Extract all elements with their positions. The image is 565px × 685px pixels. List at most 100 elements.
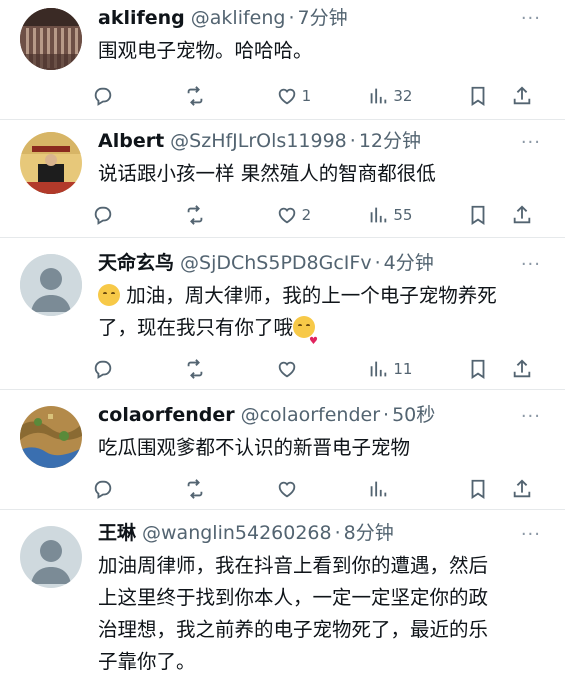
retweet-icon bbox=[187, 479, 203, 499]
timestamp[interactable]: 4分钟 bbox=[384, 248, 434, 278]
share-icon bbox=[513, 479, 531, 498]
share-button[interactable] bbox=[511, 204, 541, 226]
retweet-button[interactable] bbox=[184, 358, 276, 380]
reply-icon bbox=[94, 480, 112, 499]
avatar[interactable] bbox=[20, 254, 82, 316]
tweet[interactable]: 王琳 @wanglin54260268 · 8分钟 加油周律师，我在抖音上看到你… bbox=[0, 510, 565, 685]
like-icon bbox=[278, 481, 295, 498]
more-options-icon[interactable]: ··· bbox=[521, 254, 541, 275]
more-options-icon[interactable]: ··· bbox=[521, 8, 541, 29]
views-button[interactable]: 55 bbox=[367, 204, 467, 226]
timestamp[interactable]: 7分钟 bbox=[298, 3, 348, 33]
display-name[interactable]: 天命玄鸟 bbox=[98, 248, 174, 278]
timestamp[interactable]: 50秒 bbox=[392, 400, 435, 430]
bookmark-button[interactable] bbox=[467, 85, 511, 107]
avatar[interactable] bbox=[20, 132, 82, 194]
views-icon bbox=[371, 207, 387, 223]
views-icon bbox=[371, 361, 387, 377]
reply-icon bbox=[94, 360, 112, 379]
bookmark-button[interactable] bbox=[467, 358, 511, 380]
views-count: 32 bbox=[393, 87, 413, 105]
like-icon bbox=[278, 88, 295, 105]
like-button[interactable] bbox=[276, 478, 368, 500]
action-bar: 2 55 bbox=[92, 190, 541, 240]
separator-dot: · bbox=[334, 522, 341, 544]
retweet-button[interactable] bbox=[184, 204, 276, 226]
share-icon bbox=[513, 205, 531, 224]
share-button[interactable] bbox=[511, 358, 541, 380]
bookmark-button[interactable] bbox=[467, 204, 511, 226]
smile-emoji-icon bbox=[98, 284, 120, 306]
bookmark-icon bbox=[471, 205, 485, 225]
user-handle[interactable]: @colaorfender bbox=[241, 400, 380, 430]
user-handle[interactable]: @SzHfJLrOls11998 bbox=[170, 126, 347, 156]
retweet-icon bbox=[187, 205, 203, 225]
tweet-text-line: 上这里终于找到你本人，一定一定坚定你的政 bbox=[98, 586, 489, 609]
tweet-text-line: 治理想，我之前养的电子宠物死了，最近的乐 bbox=[98, 618, 489, 641]
separator-dot: · bbox=[288, 7, 295, 29]
bookmark-icon bbox=[471, 86, 485, 106]
action-bar bbox=[92, 464, 541, 514]
like-count: 2 bbox=[301, 206, 312, 224]
timestamp[interactable]: 8分钟 bbox=[344, 518, 394, 548]
views-count: 11 bbox=[393, 360, 413, 378]
share-icon bbox=[513, 86, 531, 105]
like-icon bbox=[278, 361, 295, 378]
tweet-text-line: 子靠你了。 bbox=[98, 650, 196, 673]
retweet-button[interactable] bbox=[184, 478, 276, 500]
like-button[interactable] bbox=[276, 358, 368, 380]
views-icon bbox=[371, 88, 387, 104]
separator-dot: · bbox=[349, 130, 356, 152]
tweet[interactable]: 天命玄鸟 @SjDChS5PD8GcIFv · 4分钟 加油，周大律师，我的上一… bbox=[0, 238, 565, 390]
bookmark-icon bbox=[471, 359, 485, 379]
more-options-icon[interactable]: ··· bbox=[521, 406, 541, 427]
user-handle[interactable]: @SjDChS5PD8GcIFv bbox=[180, 248, 372, 278]
bookmark-button[interactable] bbox=[467, 478, 511, 500]
tweet-text: 说话跟小孩一样 果然殖人的智商都很低 bbox=[98, 162, 436, 185]
like-icon bbox=[278, 207, 295, 224]
more-options-icon[interactable]: ··· bbox=[521, 132, 541, 153]
reply-button[interactable] bbox=[92, 478, 184, 500]
tweet[interactable]: colaorfender @colaorfender · 50秒 吃瓜围观爹都不… bbox=[0, 390, 565, 510]
share-icon bbox=[513, 359, 531, 378]
timestamp[interactable]: 12分钟 bbox=[359, 126, 421, 156]
reply-feed: aklifeng @aklifeng · 7分钟 围观电子宠物。哈哈哈。 1 3… bbox=[0, 0, 565, 685]
reply-button[interactable] bbox=[92, 204, 184, 226]
avatar[interactable] bbox=[20, 8, 82, 70]
retweet-icon bbox=[187, 359, 203, 379]
display-name[interactable]: 王琳 bbox=[98, 518, 136, 548]
views-button[interactable] bbox=[367, 478, 467, 500]
tweet-text-line: 加油周律师，我在抖音上看到你的遭遇，然后 bbox=[98, 554, 489, 577]
views-count: 55 bbox=[393, 206, 413, 224]
reply-icon bbox=[94, 87, 112, 106]
reply-icon bbox=[94, 206, 112, 225]
tweet-text-line: 加油，周大律师，我的上一个电子宠物养死 bbox=[126, 284, 497, 307]
display-name[interactable]: aklifeng bbox=[98, 3, 185, 33]
user-handle[interactable]: @aklifeng bbox=[191, 3, 286, 33]
like-button[interactable]: 1 bbox=[276, 85, 368, 107]
action-bar: 1 32 bbox=[92, 71, 541, 121]
retweet-button[interactable] bbox=[184, 85, 276, 107]
more-options-icon[interactable]: ··· bbox=[521, 524, 541, 545]
like-button[interactable]: 2 bbox=[276, 204, 368, 226]
tweet-text: 加油，周大律师，我的上一个电子宠物养死 了，现在我只有你了哦 ♥ bbox=[98, 280, 541, 347]
like-count: 1 bbox=[301, 87, 312, 105]
kiss-emoji-icon: ♥ bbox=[293, 316, 318, 347]
retweet-icon bbox=[187, 86, 203, 106]
share-button[interactable] bbox=[511, 478, 541, 500]
share-button[interactable] bbox=[511, 85, 541, 107]
views-button[interactable]: 11 bbox=[367, 358, 467, 380]
tweet[interactable]: aklifeng @aklifeng · 7分钟 围观电子宠物。哈哈哈。 1 3… bbox=[0, 0, 565, 120]
display-name[interactable]: colaorfender bbox=[98, 400, 235, 430]
reply-button[interactable] bbox=[92, 358, 184, 380]
reply-button[interactable] bbox=[92, 85, 184, 107]
separator-dot: · bbox=[383, 404, 390, 426]
user-handle[interactable]: @wanglin54260268 bbox=[142, 518, 332, 548]
avatar[interactable] bbox=[20, 406, 82, 468]
tweet[interactable]: Albert @SzHfJLrOls11998 · 12分钟 说话跟小孩一样 果… bbox=[0, 120, 565, 238]
display-name[interactable]: Albert bbox=[98, 126, 164, 156]
tweet-text: 加油周律师，我在抖音上看到你的遭遇，然后 上这里终于找到你本人，一定一定坚定你的… bbox=[98, 550, 541, 678]
avatar[interactable] bbox=[20, 526, 82, 588]
views-button[interactable]: 32 bbox=[367, 85, 467, 107]
tweet-text: 吃瓜围观爹都不认识的新晋电子宠物 bbox=[98, 436, 411, 459]
